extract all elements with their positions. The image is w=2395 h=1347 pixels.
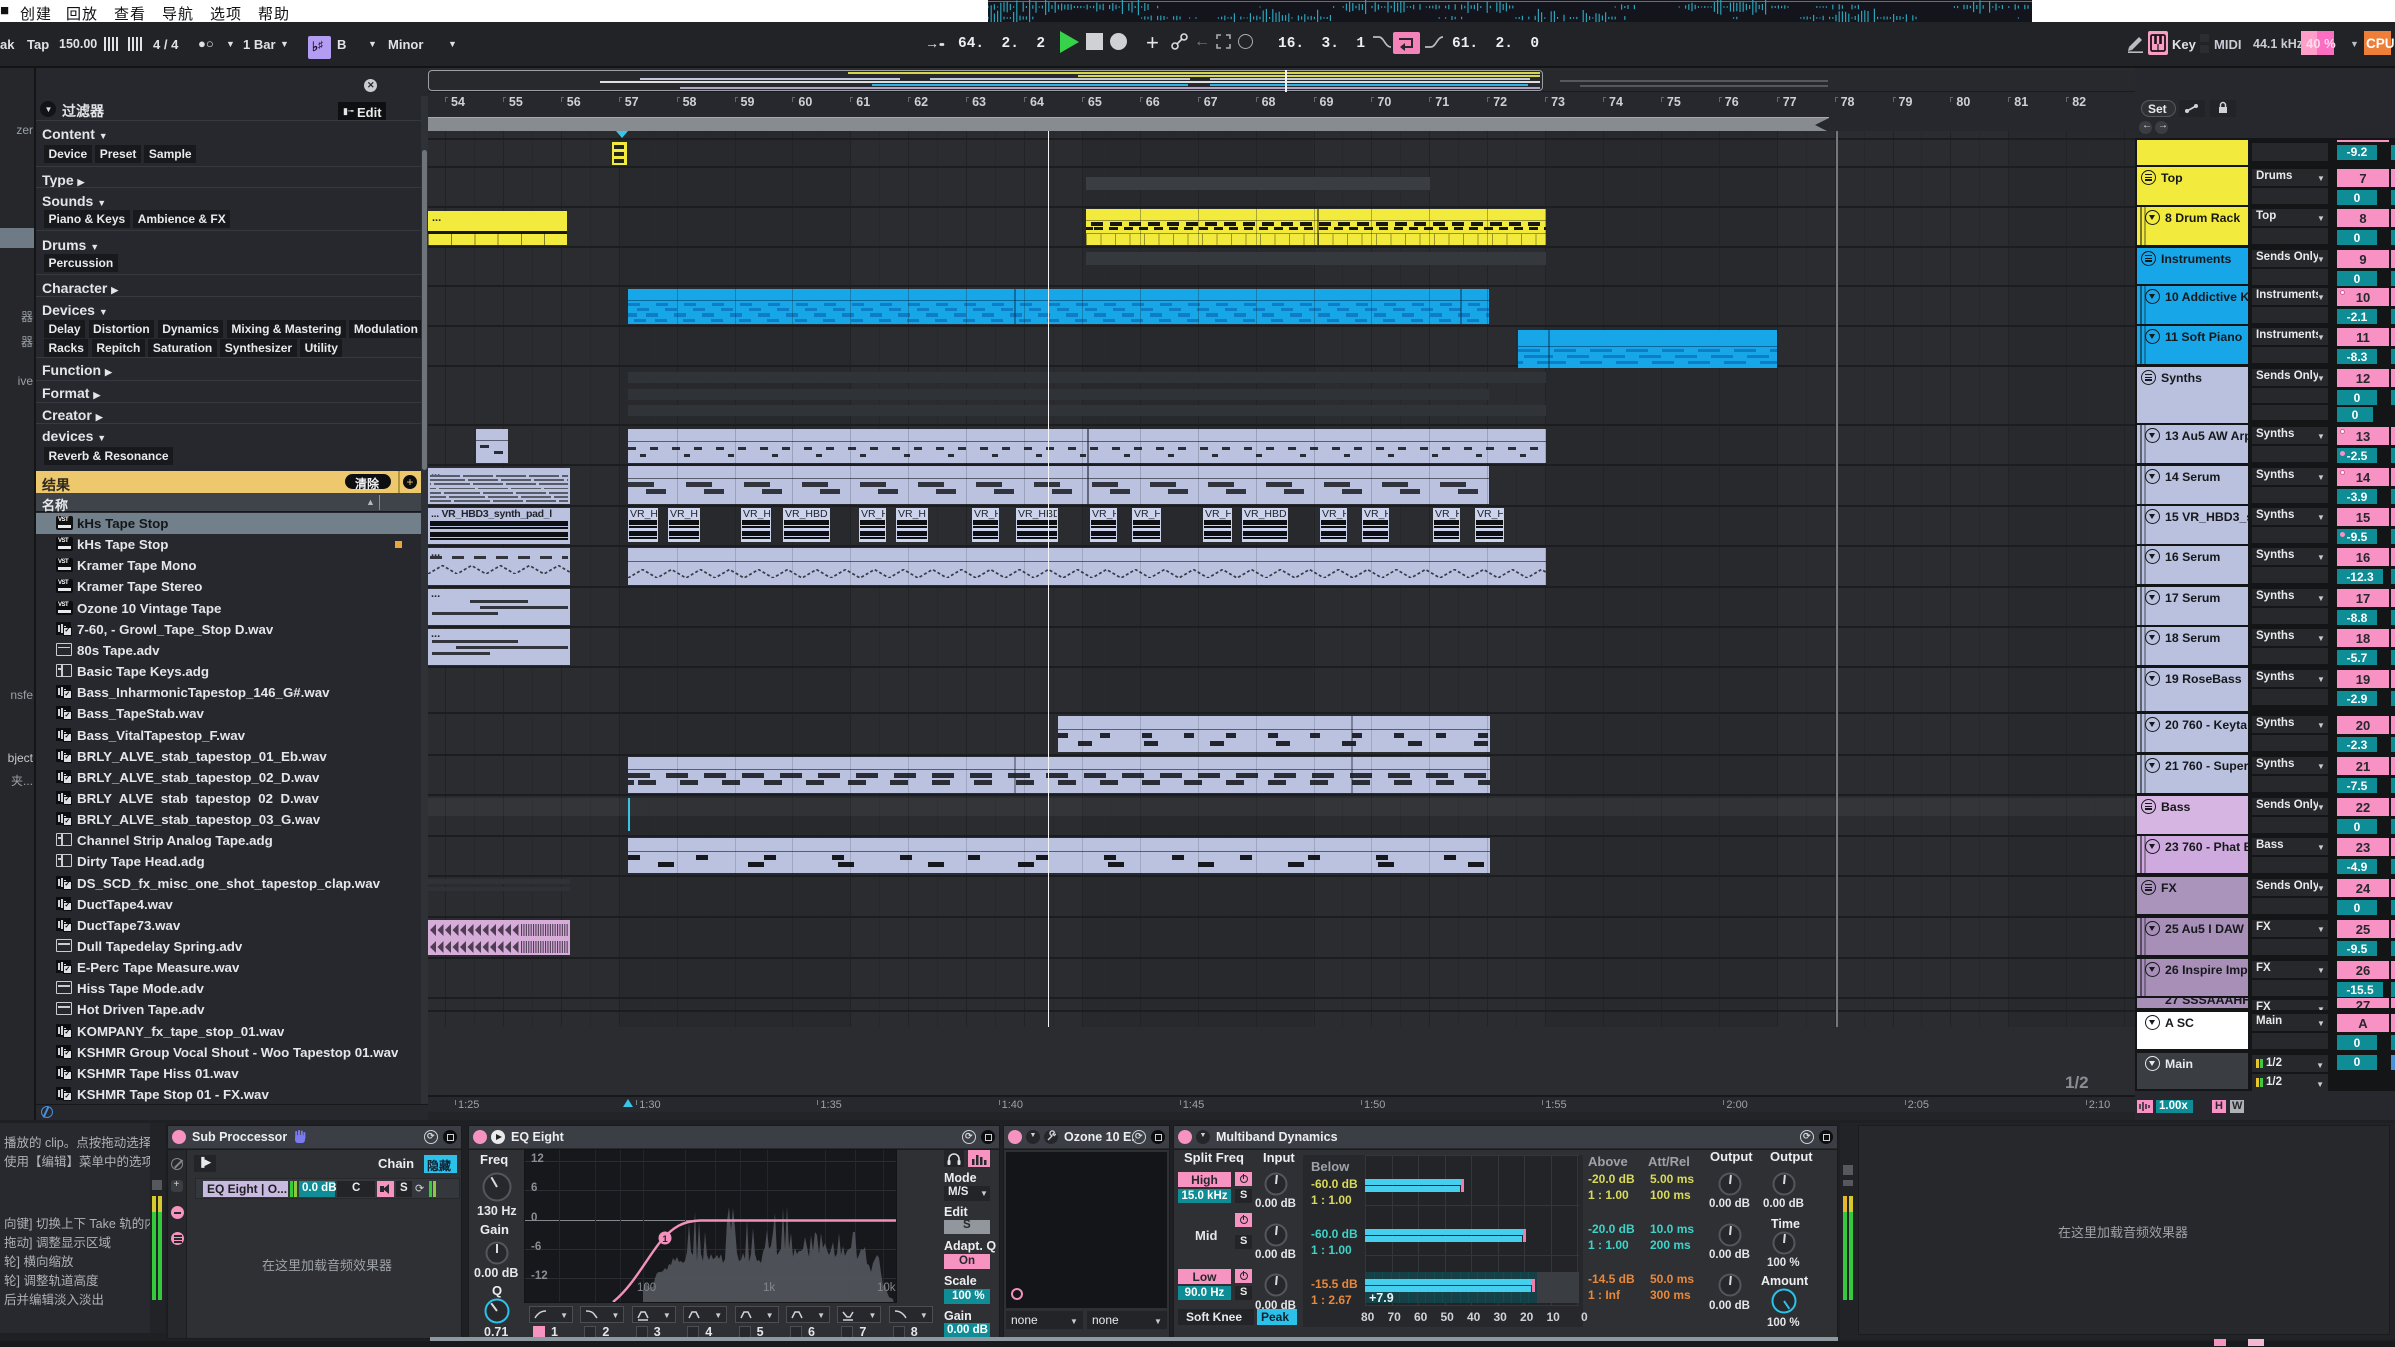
svg-text:1: 1	[662, 1234, 668, 1245]
